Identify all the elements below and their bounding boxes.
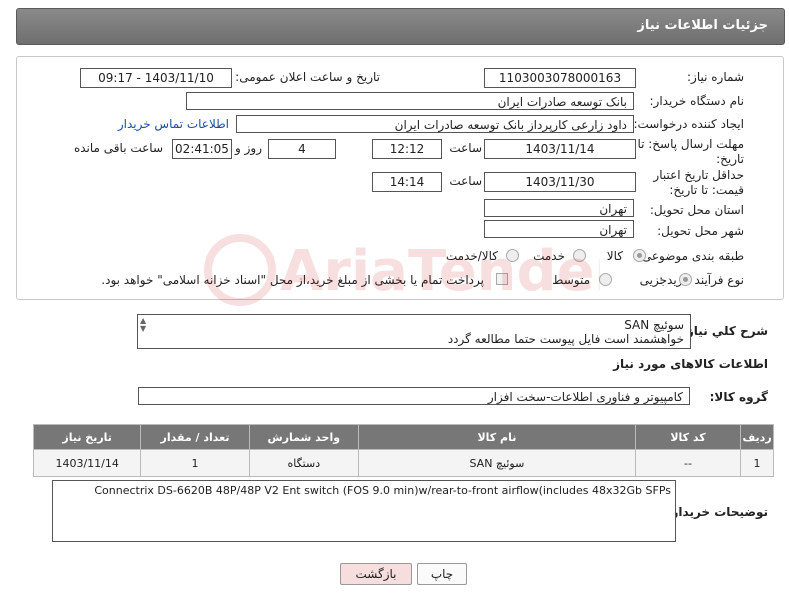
category-service-radio[interactable] [573,249,586,262]
buyer-org-label: نام دستگاه خریدار: [649,94,745,108]
remaining-label: ساعت باقی مانده [73,141,163,155]
col-code: کد کالا [634,424,742,450]
reply-time-field: 12:12 [372,139,442,159]
cell-name: سوئیچ SAN [357,449,636,477]
description-textarea[interactable]: سوئیچ SAN خواهشمند است فایل پیوست حتما م… [137,314,691,349]
page-title: جزئیات اطلاعات نیاز [637,18,768,33]
province-label: استان محل تحویل: [649,203,744,217]
category-goods-label: کالا [606,249,623,263]
city-label: شهر محل تحویل: [657,224,744,238]
province-field: تهران [484,199,634,217]
buyer-notes-text: Connectrix DS-6620B 48P/48P V2 Ent switc… [94,484,671,497]
creator-field: داود زارعی کارپرداز بانک توسعه صادرات ای… [236,115,634,133]
cell-qty: 1 [140,449,250,477]
announce-label: تاریخ و ساعت اعلان عمومی: [235,70,380,84]
price-time-field: 14:14 [372,172,442,192]
buyer-notes-label: توضیحات خریدار: [666,505,768,519]
col-unit: واحد شمارش [248,424,359,450]
col-date: تاریخ نیاز [32,424,142,450]
goods-section-title: اطلاعات کالاهای مورد نیاز [613,357,768,371]
remaining-time-field: 02:41:05 [172,139,232,159]
days-label: روز و [235,141,262,155]
buyer-notes-textarea[interactable]: Connectrix DS-6620B 48P/48P V2 Ent switc… [52,480,676,542]
process-medium-radio[interactable] [599,273,612,286]
need-number-field: 1103003078000163 [484,68,636,88]
cell-unit: دستگاه [248,449,359,477]
category-both-label: کالا/خدمت [445,249,498,263]
reply-date-field: 1403/11/14 [484,139,636,159]
remaining-days-field: 4 [268,139,336,159]
category-label: طبقه بندی موضوعی: [637,249,744,263]
goods-group-label: گروه کالا: [709,390,768,404]
goods-group-field: کامپیوتر و فناوری اطلاعات-سخت افزار [138,387,690,405]
cell-code: -- [634,449,742,477]
reply-time-label: ساعت [449,141,482,155]
announce-datetime-field: 1403/11/10 - 09:17 [80,68,232,88]
category-goods-radio[interactable] [633,249,646,262]
process-minor-radio[interactable] [679,273,692,286]
category-service-label: خدمت [533,249,565,263]
goods-table-header: ردیف کد کالا نام کالا واحد شمارش تعداد /… [32,424,774,450]
price-time-label: ساعت [449,174,482,188]
back-button[interactable]: بازگشت [340,563,412,585]
print-button[interactable]: چاپ [417,563,467,585]
process-label: نوع فرآیند خرید : [659,273,744,287]
col-row: ردیف [740,424,774,450]
process-medium-label: متوسط [552,273,590,287]
reply-deadline-label: مهلت ارسال پاسخ: تا تاریخ: [637,137,744,166]
scroll-arrows-icon[interactable]: ▲ ▼ [140,317,146,333]
price-date-field: 1403/11/30 [484,172,636,192]
creator-label: ایجاد کننده درخواست: [633,117,744,131]
table-row: 1 -- سوئیچ SAN دستگاه 1 1403/11/14 [32,449,774,477]
buyer-contact-link[interactable]: اطلاعات تماس خریدار [118,117,229,131]
payment-note: پرداخت تمام یا بخشی از مبلغ خرید،از محل … [101,273,484,287]
col-name: نام کالا [357,424,636,450]
description-line-2: خواهشمند است فایل پیوست حتما مطالعه گردد [447,332,684,346]
col-qty: تعداد / مقدار [140,424,250,450]
description-line-1: سوئیچ SAN [624,318,684,332]
page-header: جزئیات اطلاعات نیاز [16,8,785,45]
description-label: شرح كلي نياز: [682,324,768,338]
buyer-org-field: بانک توسعه صادرات ایران [186,92,634,110]
process-minor-label: جزیی [639,273,667,287]
cell-row: 1 [740,449,774,477]
price-validity-label: حداقل تاریخ اعتبار قیمت: تا تاریخ: [653,168,744,197]
islamic-treasury-checkbox[interactable] [496,273,508,285]
need-number-label: شماره نیاز: [687,70,744,84]
goods-table: ردیف کد کالا نام کالا واحد شمارش تعداد /… [32,424,774,477]
cell-date: 1403/11/14 [32,449,142,477]
city-field: تهران [484,220,634,238]
category-both-radio[interactable] [506,249,519,262]
